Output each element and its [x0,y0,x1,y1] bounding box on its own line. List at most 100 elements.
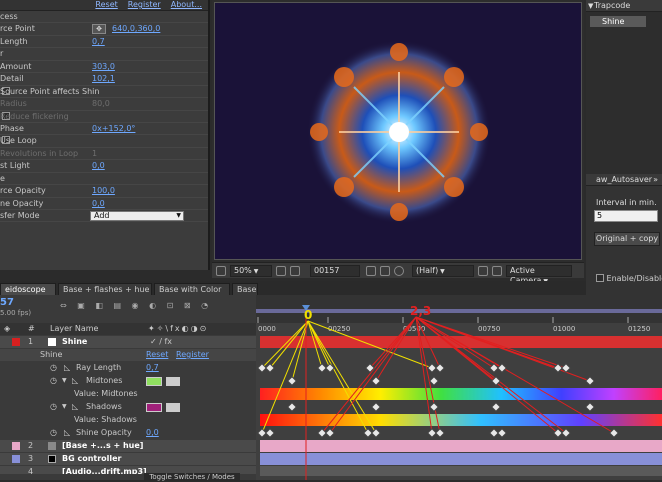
label-color-swatch[interactable] [12,442,20,450]
enable-checkbox[interactable] [596,274,604,282]
layer-name[interactable]: [Base +...s + hue] [62,440,143,452]
about-link[interactable]: About... [171,0,202,10]
effect-row[interactable]: cess [0,11,208,24]
camera-dropdown[interactable]: Active Camera [506,265,572,285]
show-snapshot-icon[interactable] [380,266,390,276]
always-preview-icon[interactable] [216,266,226,276]
interval-input[interactable]: 5 [594,210,658,222]
effect-reset-link[interactable]: Reset [146,349,168,361]
effect-row-value[interactable]: 0,0 [92,160,105,172]
midtones-color-swatch[interactable] [146,377,162,386]
eyedropper-icon[interactable] [166,403,180,412]
effect-row-value[interactable]: 0x+152,0° [92,123,135,135]
keyframe[interactable] [287,376,297,386]
tab-base-with-color[interactable]: Base with Color [154,283,230,295]
keyframe[interactable] [317,363,327,373]
keyframe[interactable] [371,428,381,438]
keyframe[interactable] [497,428,507,438]
effect-row[interactable]: rce Point ✥ 640,0,360,0 [0,23,208,36]
tab-base[interactable]: Base [232,283,258,295]
label-color-swatch[interactable] [12,455,20,463]
keyframe[interactable] [553,363,563,373]
layer2-duration-bar[interactable] [260,440,662,452]
effect-row[interactable]: ne Opacity 0,0 [0,198,208,210]
effect-row-value[interactable]: 0,7 [92,36,105,48]
crosshair-icon[interactable]: ✥ [92,24,106,35]
keyframe[interactable] [561,428,571,438]
region-of-interest-icon[interactable] [478,266,488,276]
layer-row-3[interactable]: 3 BG controller [0,453,256,465]
shadows-color-swatch[interactable] [146,403,162,412]
keyframe[interactable] [257,428,267,438]
effect-row-value[interactable]: 1 [92,148,97,160]
effect-register-link[interactable]: Register [176,349,209,361]
effect-row-value[interactable]: 80,0 [92,98,110,110]
transparency-grid-icon[interactable] [492,266,502,276]
keyframe[interactable] [371,402,381,412]
prop-midtones[interactable]: ◷ ▼ ◺ Midtones [0,375,256,387]
effect-row[interactable]: Length 0,7 [0,36,208,49]
layer-name[interactable]: [Audio...drift.mp3] [62,466,147,474]
keyframe[interactable] [363,428,373,438]
keyframe[interactable] [609,428,619,438]
fit-icon[interactable] [276,266,286,276]
keyframe[interactable] [491,402,501,412]
tab-eidoscope[interactable]: eidoscope [0,283,56,295]
transfer-mode-dropdown[interactable]: Add [90,211,184,221]
effect-row[interactable]: e [0,173,208,186]
keyframe[interactable] [585,376,595,386]
keyframe[interactable] [489,428,499,438]
current-frame[interactable]: 57 [0,297,14,308]
composition-canvas[interactable] [214,2,582,260]
stopwatch-icon[interactable]: ◷ [50,375,57,387]
keyframe[interactable] [325,428,335,438]
collapse-icon[interactable]: ▼ [588,0,593,12]
effect-row-value[interactable]: 102,1 [92,73,115,85]
zoom-dropdown[interactable]: 50% [230,265,272,277]
layer-row-1[interactable]: 1 Shine ✓ / fx [0,336,256,348]
graph-icon[interactable]: ◺ [64,362,70,374]
graph-icon[interactable]: ◺ [64,427,70,439]
keyframe[interactable] [435,363,445,373]
work-area-bar[interactable] [256,309,662,313]
keyframe[interactable] [429,402,439,412]
graph-icon[interactable]: ◺ [72,375,78,387]
resolution-dropdown[interactable]: (Half) [412,265,474,277]
keyframe[interactable] [287,402,297,412]
tab-base-flashes-hue[interactable]: Base + flashes + hue [58,283,152,295]
camera-snapshot-icon[interactable] [366,266,376,276]
effect-row[interactable]: Revolutions in Loop 1 [0,148,208,161]
effect-row[interactable]: Use Loop [0,135,208,148]
stopwatch-icon[interactable]: ◷ [50,427,57,439]
expand-triangle-icon[interactable]: ▼ [62,375,67,387]
effect-row-value[interactable]: 303,0 [92,61,115,73]
reset-link[interactable]: Reset [95,0,117,10]
effect-row-value[interactable]: 100,0 [92,185,115,197]
effect-row[interactable]: st Light 0,0 [0,160,208,173]
effect-row[interactable]: sfer Mode Add [0,210,208,223]
keyframe[interactable] [429,376,439,386]
layer-name[interactable]: BG controller [62,453,122,465]
grid-icon[interactable] [290,266,300,276]
stopwatch-icon[interactable]: ◷ [50,401,57,413]
register-link[interactable]: Register [128,0,161,10]
eyedropper-icon[interactable] [166,377,180,386]
layer-row-2[interactable]: 2 [Base +...s + hue] [0,440,256,452]
effect-row[interactable]: Reduce flickering [0,111,208,123]
shine-preset-item[interactable]: Shine [590,16,646,27]
keyframe[interactable] [265,428,275,438]
effect-row[interactable]: r [0,48,208,61]
label-color-swatch[interactable] [12,338,20,346]
keyframe[interactable] [497,363,507,373]
keyframe[interactable] [427,363,437,373]
layer4-duration-bar[interactable] [260,466,662,476]
stopwatch-icon[interactable]: ◷ [50,362,57,374]
prop-value[interactable]: 0,7 [146,362,159,374]
layer-name[interactable]: Shine [62,336,87,348]
effect-row[interactable]: Amount 303,0 [0,61,208,74]
effect-row[interactable]: Detail 102,1 [0,73,208,86]
timeline-tool-icons[interactable]: ⇔ ▣ ◧ ▤ ◉ ◐ ⊡ ⊠ ◔ [60,301,240,311]
keyframe[interactable] [585,402,595,412]
prop-shadows[interactable]: ◷ ▼ ◺ Shadows [0,401,256,413]
timecode-field[interactable]: 00157 [310,265,360,277]
